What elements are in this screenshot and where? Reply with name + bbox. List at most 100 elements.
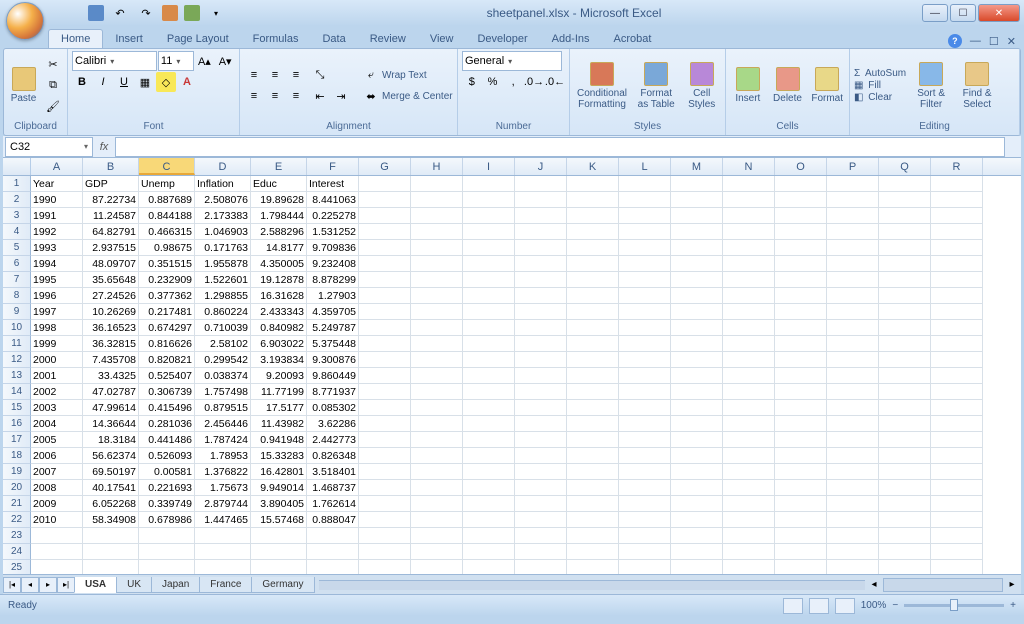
cell[interactable] bbox=[931, 240, 983, 256]
cell[interactable] bbox=[567, 192, 619, 208]
cell[interactable] bbox=[827, 192, 879, 208]
tab-home[interactable]: Home bbox=[48, 29, 103, 48]
cell[interactable]: 2005 bbox=[31, 432, 83, 448]
cell[interactable] bbox=[359, 208, 411, 224]
cell[interactable] bbox=[359, 272, 411, 288]
underline-button[interactable]: U bbox=[114, 72, 134, 92]
cell[interactable] bbox=[775, 272, 827, 288]
cell[interactable]: 0.00581 bbox=[139, 464, 195, 480]
cell[interactable] bbox=[515, 192, 567, 208]
cell[interactable] bbox=[723, 368, 775, 384]
sheet-tab-france[interactable]: France bbox=[199, 577, 252, 593]
cell[interactable] bbox=[411, 368, 463, 384]
cell[interactable] bbox=[463, 320, 515, 336]
cell[interactable] bbox=[827, 240, 879, 256]
row-header[interactable]: 4 bbox=[3, 224, 31, 240]
cell[interactable] bbox=[931, 448, 983, 464]
decrease-indent-icon[interactable]: ⇤ bbox=[310, 86, 330, 106]
cell[interactable] bbox=[463, 368, 515, 384]
cell[interactable] bbox=[775, 288, 827, 304]
cell[interactable] bbox=[723, 464, 775, 480]
cell[interactable] bbox=[411, 384, 463, 400]
sort-filter-button[interactable]: Sort & Filter bbox=[910, 55, 952, 117]
cell[interactable] bbox=[463, 464, 515, 480]
qat-customize-icon[interactable]: ▾ bbox=[206, 3, 226, 23]
cell[interactable] bbox=[827, 176, 879, 192]
fx-icon[interactable]: fx bbox=[93, 141, 115, 153]
cell[interactable] bbox=[775, 176, 827, 192]
cell[interactable] bbox=[775, 560, 827, 574]
cell[interactable] bbox=[411, 512, 463, 528]
cell[interactable]: 0.466315 bbox=[139, 224, 195, 240]
cell[interactable] bbox=[879, 304, 931, 320]
cell[interactable] bbox=[515, 304, 567, 320]
cell[interactable]: 2003 bbox=[31, 400, 83, 416]
cell[interactable] bbox=[411, 240, 463, 256]
cell[interactable] bbox=[411, 288, 463, 304]
cell[interactable] bbox=[931, 192, 983, 208]
cell[interactable]: 1.75673 bbox=[195, 480, 251, 496]
cell[interactable]: 1996 bbox=[31, 288, 83, 304]
cell[interactable] bbox=[463, 528, 515, 544]
cell[interactable]: 35.65648 bbox=[83, 272, 139, 288]
cell[interactable] bbox=[359, 224, 411, 240]
cell[interactable] bbox=[827, 400, 879, 416]
cell[interactable] bbox=[515, 528, 567, 544]
cell[interactable] bbox=[463, 256, 515, 272]
cell[interactable] bbox=[775, 400, 827, 416]
cell[interactable]: 5.249787 bbox=[307, 320, 359, 336]
cell[interactable] bbox=[411, 416, 463, 432]
cell[interactable]: 48.09707 bbox=[83, 256, 139, 272]
cell[interactable] bbox=[879, 368, 931, 384]
sheet-tab-usa[interactable]: USA bbox=[74, 577, 117, 593]
cell[interactable] bbox=[567, 240, 619, 256]
cell[interactable] bbox=[463, 544, 515, 560]
cell[interactable] bbox=[671, 544, 723, 560]
cell[interactable] bbox=[515, 256, 567, 272]
tab-formulas[interactable]: Formulas bbox=[241, 30, 311, 48]
cell[interactable] bbox=[879, 512, 931, 528]
cell[interactable] bbox=[411, 464, 463, 480]
cell[interactable] bbox=[567, 320, 619, 336]
cell[interactable] bbox=[879, 480, 931, 496]
row-header[interactable]: 1 bbox=[3, 176, 31, 192]
cell[interactable] bbox=[931, 272, 983, 288]
cell[interactable] bbox=[83, 544, 139, 560]
cell[interactable]: 2.433343 bbox=[251, 304, 307, 320]
mdi-restore-icon[interactable]: ☐ bbox=[989, 35, 999, 48]
cell[interactable] bbox=[567, 496, 619, 512]
cell[interactable]: 2.58102 bbox=[195, 336, 251, 352]
cell[interactable] bbox=[411, 176, 463, 192]
cell[interactable] bbox=[251, 560, 307, 574]
cell[interactable] bbox=[723, 480, 775, 496]
cell[interactable] bbox=[411, 256, 463, 272]
find-select-button[interactable]: Find & Select bbox=[956, 55, 998, 117]
cell[interactable]: 6.903022 bbox=[251, 336, 307, 352]
zoom-slider[interactable] bbox=[904, 604, 1004, 607]
name-box[interactable]: C32▾ bbox=[5, 137, 93, 157]
undo-icon[interactable]: ↶ bbox=[110, 3, 130, 23]
cell[interactable] bbox=[775, 448, 827, 464]
wrap-text-button[interactable]: ⤶Wrap Text bbox=[361, 65, 453, 85]
cell[interactable] bbox=[723, 336, 775, 352]
cell[interactable] bbox=[671, 352, 723, 368]
cell[interactable] bbox=[619, 352, 671, 368]
normal-view-button[interactable] bbox=[783, 598, 803, 614]
cell[interactable]: 1.955878 bbox=[195, 256, 251, 272]
increase-decimal-icon[interactable]: .0→ bbox=[524, 72, 544, 92]
row-header[interactable]: 14 bbox=[3, 384, 31, 400]
cell[interactable]: 0.221693 bbox=[139, 480, 195, 496]
decrease-decimal-icon[interactable]: .0← bbox=[545, 72, 565, 92]
row-header[interactable]: 20 bbox=[3, 480, 31, 496]
clear-button[interactable]: ◧ Clear bbox=[854, 92, 906, 103]
row-header[interactable]: 8 bbox=[3, 288, 31, 304]
cell[interactable]: 19.12878 bbox=[251, 272, 307, 288]
cell[interactable]: 0.710039 bbox=[195, 320, 251, 336]
row-header[interactable]: 24 bbox=[3, 544, 31, 560]
cell[interactable]: 1994 bbox=[31, 256, 83, 272]
cell[interactable] bbox=[411, 432, 463, 448]
format-painter-icon[interactable]: 🖌 bbox=[43, 97, 63, 117]
cell[interactable]: 0.232909 bbox=[139, 272, 195, 288]
cell[interactable]: 4.350005 bbox=[251, 256, 307, 272]
percent-icon[interactable]: % bbox=[483, 72, 503, 92]
